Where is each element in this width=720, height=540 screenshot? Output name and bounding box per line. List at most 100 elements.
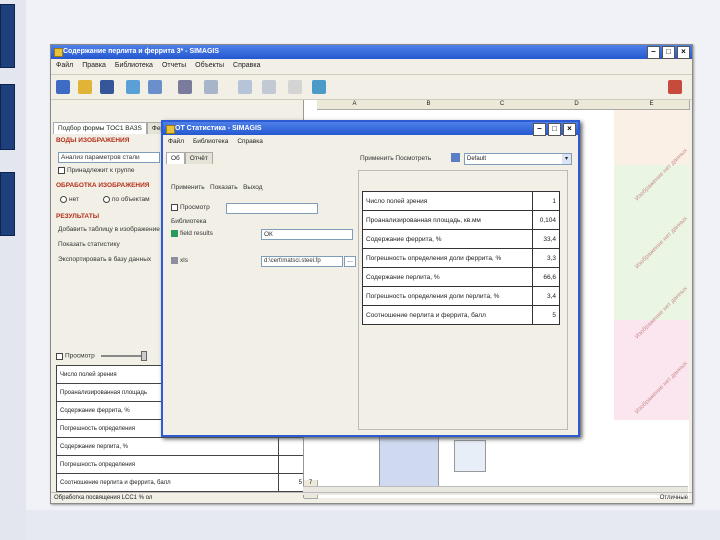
result-option-3[interactable]: Экспортировать в базу данных: [58, 256, 151, 263]
table-cell-label: Погрешность определения доли феррита, %: [362, 248, 533, 268]
table-row: Число полей зрения 1: [362, 191, 560, 211]
table-cell-value: 33,4: [532, 229, 560, 249]
menu-file[interactable]: Файл: [56, 60, 73, 72]
radio-by-objects-dot[interactable]: [103, 196, 110, 203]
minimize-button[interactable]: –: [647, 46, 660, 59]
result-option-1[interactable]: Добавить таблицу в изображение: [58, 226, 160, 233]
show-link[interactable]: Показать: [210, 184, 238, 191]
main-titlebar: Содержание перлита и феррита 3* - SIMAGI…: [51, 45, 692, 59]
save-icon[interactable]: [100, 80, 114, 94]
status-right-text: Отличные: [659, 495, 688, 501]
menu-reports[interactable]: Отчеты: [162, 60, 186, 72]
open-folder-icon[interactable]: [78, 80, 92, 94]
dialog-preview-checkbox[interactable]: [171, 204, 178, 211]
apply-link[interactable]: Применить: [171, 184, 205, 191]
column-header[interactable]: D: [539, 100, 615, 110]
result-option-2[interactable]: Показать статистику: [58, 241, 120, 248]
new-doc-icon[interactable]: [56, 80, 70, 94]
column-header[interactable]: C: [465, 100, 540, 110]
dialog-close-button[interactable]: ×: [563, 123, 576, 136]
main-menubar: Файл Правка Библиотека Отчеты Объекты Сп…: [51, 60, 692, 72]
radio-none-label: нет: [69, 196, 79, 204]
table-row: Соотношение перлита и феррита, балл 5: [362, 305, 560, 325]
group-checkbox-label: Принадлежит к группе: [67, 167, 135, 175]
preview-label: Просмотр: [65, 352, 95, 360]
tools-icon[interactable]: [668, 80, 682, 94]
xls-label: xls: [180, 257, 188, 265]
export-icon[interactable]: [148, 80, 162, 94]
exit-link[interactable]: Выход: [243, 184, 262, 191]
column-header[interactable]: B: [392, 100, 466, 110]
dialog-preview-input[interactable]: [226, 203, 318, 214]
slider-thumb[interactable]: [140, 351, 147, 361]
slide-nav-tab-1[interactable]: [0, 4, 15, 68]
dialog-right-actions: Применить Посмотреть: [360, 155, 431, 162]
menu-edit[interactable]: Правка: [82, 60, 106, 72]
dialog-stats-table: Число полей зрения 1 Проанализированная п…: [362, 191, 560, 325]
dialog-menu-library[interactable]: Библиотека: [193, 136, 228, 147]
menu-objects[interactable]: Объекты: [195, 60, 224, 72]
crop-icon[interactable]: [204, 80, 218, 94]
slide-nav-tab-3[interactable]: [0, 172, 15, 236]
table-cell-label: Погрешность определения доли перлита, %: [362, 286, 533, 306]
checkbox-box[interactable]: [58, 167, 65, 174]
radio-none[interactable]: нет: [60, 196, 79, 203]
table-cell-label: Проанализированная площадь, кв.мм: [362, 210, 533, 230]
table-cell-label: Соотношение перлита и феррита, балл: [56, 473, 279, 492]
dialog-tab-1[interactable]: Об: [166, 152, 185, 164]
paste-icon[interactable]: [262, 80, 276, 94]
table-cell-value: [278, 437, 306, 456]
table-cell-label: Погрешность определения: [56, 455, 279, 474]
slide-nav-tab-2[interactable]: [0, 84, 15, 150]
dialog-menu-help[interactable]: Справка: [237, 136, 263, 147]
xls-row: xls: [171, 257, 188, 264]
table-row: Содержание перлита, % 66,6: [362, 267, 560, 287]
radio-none-dot[interactable]: [60, 196, 67, 203]
right-show-link[interactable]: Посмотреть: [395, 155, 431, 162]
main-statusbar: Обработка посвящения LCC1 % ол Отличные: [51, 492, 692, 503]
copy-icon[interactable]: [238, 80, 252, 94]
source-field-value: Анализ параметров стали: [61, 154, 140, 161]
table-row: Погрешность определения доли феррита, % 3…: [362, 248, 560, 268]
tab-protocol[interactable]: Подбор формы TOC1 BA3S: [53, 122, 147, 134]
browse-button-label: ...: [347, 257, 353, 264]
import-icon[interactable]: [126, 80, 140, 94]
column-header[interactable]: A: [317, 100, 393, 110]
source-field[interactable]: Анализ параметров стали: [58, 152, 160, 163]
radio-by-objects[interactable]: по объектам: [103, 196, 150, 203]
column-header[interactable]: E: [614, 100, 690, 110]
table-cell-label: Содержание перлита, %: [56, 437, 279, 456]
slider-track[interactable]: [100, 355, 141, 357]
status-left-text: Обработка посвящения LCC1 % ол: [54, 495, 153, 501]
maximize-button[interactable]: □: [662, 46, 675, 59]
report-file-icon[interactable]: [454, 440, 486, 472]
dialog-action-row: Применить Показать Выход: [171, 184, 263, 191]
window-title: Содержание перлита и феррита 3* - SIMAGI…: [63, 48, 219, 55]
preview-slider[interactable]: Просмотр: [56, 351, 147, 361]
dialog-maximize-button[interactable]: □: [548, 123, 561, 136]
table-cell-label: Содержание феррита, %: [362, 229, 533, 249]
table-cell-value: 3,4: [532, 286, 560, 306]
right-apply-link[interactable]: Применить: [360, 155, 394, 162]
template-select[interactable]: Default ▾: [464, 153, 572, 165]
xls-path-input[interactable]: d:\cert\matsci.steel.fp: [261, 256, 343, 267]
camera-icon[interactable]: [178, 80, 192, 94]
dialog-result-panel: Применить Посмотреть Default ▾ Число поле…: [358, 152, 573, 430]
field-results-input[interactable]: ОК: [261, 229, 353, 240]
close-button[interactable]: ×: [677, 46, 690, 59]
dialog-settings-panel: Об Отчёт Применить Показать Выход Просмо…: [166, 152, 356, 430]
group-checkbox[interactable]: Принадлежит к группе: [58, 167, 134, 174]
menu-library[interactable]: Библиотека: [115, 60, 153, 72]
browse-button[interactable]: ...: [344, 256, 356, 267]
menu-help[interactable]: Справка: [233, 60, 260, 72]
document-icon[interactable]: [288, 80, 302, 94]
dialog-tab-2[interactable]: Отчёт: [184, 152, 213, 164]
report-icon[interactable]: [312, 80, 326, 94]
chevron-down-icon[interactable]: ▾: [562, 154, 571, 164]
dialog-preview-row[interactable]: Просмотр: [171, 204, 210, 211]
dialog-menu-file[interactable]: Файл: [168, 136, 184, 147]
preview-checkbox[interactable]: [56, 352, 63, 360]
table-cell-value: [278, 455, 306, 474]
dialog-minimize-button[interactable]: –: [533, 123, 546, 136]
dialog-table-frame: Число полей зрения 1 Проанализированная п…: [358, 170, 568, 430]
